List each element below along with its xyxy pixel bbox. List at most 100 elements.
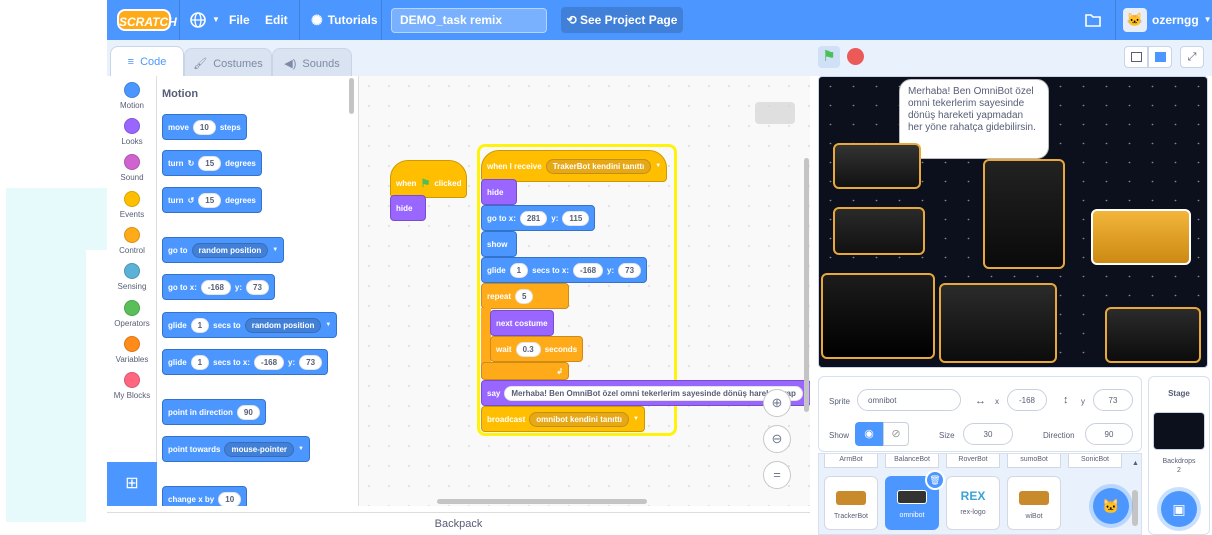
- file-menu[interactable]: File: [229, 0, 250, 40]
- sumobot-sprite[interactable]: [1091, 209, 1191, 265]
- direction-input[interactable]: 90: [1085, 423, 1133, 445]
- project-title-input[interactable]: DEMO_task remix: [391, 8, 547, 33]
- block-go-to[interactable]: go to random position ▼: [162, 237, 285, 263]
- normal-stage-button[interactable]: [1148, 46, 1172, 68]
- block-go-to-xy[interactable]: go to x: -168 y: 73: [162, 274, 275, 300]
- block-turn-left[interactable]: turn ↺ 15 degrees: [162, 187, 262, 213]
- green-flag-icon: ⚑: [822, 48, 836, 65]
- category-events[interactable]: Events: [107, 191, 157, 219]
- backpack[interactable]: Backpack: [107, 512, 810, 535]
- sprite-tile-wibot[interactable]: wiBot: [1007, 476, 1061, 530]
- block-point-towards[interactable]: point towards mouse-pointer ▼: [162, 436, 310, 462]
- workspace-v-scrollbar[interactable]: [804, 158, 809, 412]
- category-motion[interactable]: Motion: [107, 82, 157, 110]
- image-plus-icon: ▣: [1172, 501, 1186, 517]
- tab-code[interactable]: ≡ Code: [110, 46, 184, 76]
- category-sensing[interactable]: Sensing: [107, 263, 157, 291]
- trash-icon: 🗑: [929, 475, 941, 485]
- block-turn-right[interactable]: turn ↻ 15 degrees: [162, 150, 262, 176]
- block-when-i-receive[interactable]: when I receive TrakerBot kendini tanıttı ▼: [481, 150, 668, 182]
- choose-backdrop-button[interactable]: ▣: [1161, 491, 1197, 527]
- sprite-tile-omnibot[interactable]: omnibot 🗑: [885, 470, 945, 530]
- see-project-page-button[interactable]: ⟲ See Project Page: [561, 7, 683, 33]
- zoom-out-button[interactable]: ⊖: [763, 425, 791, 453]
- my-stuff-folder-button[interactable]: [1084, 0, 1102, 40]
- roverbot-sprite[interactable]: [833, 207, 925, 255]
- sprite-tile-roverbot[interactable]: RoverBot: [946, 454, 1000, 468]
- block-repeat[interactable]: repeat 5: [481, 283, 569, 309]
- block-glide-to-xy[interactable]: glide 1 secs to x: -168 y: 73: [481, 257, 648, 283]
- block-show[interactable]: show: [481, 231, 517, 257]
- sprite-tile-sumobot[interactable]: sumoBot: [1007, 454, 1061, 468]
- sprite-tile-trackerbot[interactable]: TrackerBot: [824, 476, 878, 530]
- backdrop-thumbnail[interactable]: [1153, 412, 1205, 450]
- block-wait[interactable]: wait 0.3 seconds: [490, 336, 584, 362]
- y-position-input[interactable]: 73: [1093, 389, 1133, 411]
- edit-menu[interactable]: Edit: [265, 0, 288, 40]
- account-menu[interactable]: 🐱 ozerngg ▼: [1123, 0, 1212, 40]
- category-variables[interactable]: Variables: [107, 336, 157, 364]
- category-control[interactable]: Control: [107, 227, 157, 255]
- scratch-logo[interactable]: SCRATCH: [117, 9, 177, 31]
- palette-title: Motion: [162, 88, 199, 100]
- block-go-to-xy[interactable]: go to x: 281 y: 115: [481, 205, 596, 231]
- palette-scrollbar[interactable]: [349, 78, 354, 114]
- small-stage-button[interactable]: [1124, 46, 1148, 68]
- tab-sounds-label: Sounds: [302, 57, 340, 70]
- green-flag-button[interactable]: ⚑: [818, 46, 840, 68]
- block-say[interactable]: say Merhaba! Ben OmniBot özel omni tekerl…: [481, 380, 810, 406]
- category-dot: [124, 154, 140, 170]
- block-point-in-direction[interactable]: point in direction 90: [162, 399, 266, 425]
- category-sound[interactable]: Sound: [107, 154, 157, 182]
- workspace-h-scrollbar[interactable]: [437, 499, 647, 504]
- sprite-tile-sonicbot[interactable]: SonicBot: [1068, 454, 1122, 468]
- delete-sprite-button[interactable]: 🗑: [925, 470, 945, 490]
- zoom-in-button[interactable]: ⊕: [763, 389, 791, 417]
- stop-button[interactable]: [847, 48, 864, 65]
- choose-sprite-button[interactable]: 🐱: [1093, 488, 1129, 524]
- fullscreen-button[interactable]: ⤢: [1180, 46, 1204, 68]
- scroll-up-arrow-icon[interactable]: ▲: [1132, 460, 1139, 467]
- x-position-input[interactable]: -168: [1007, 389, 1047, 411]
- armbot-sprite[interactable]: [983, 159, 1065, 269]
- category-dot: [124, 263, 140, 279]
- tutorials-button[interactable]: ✺ Tutorials: [311, 0, 378, 40]
- zoom-reset-button[interactable]: =: [763, 461, 791, 489]
- category-my-blocks[interactable]: My Blocks: [107, 372, 157, 400]
- block-glide-to[interactable]: glide 1 secs to random position ▼: [162, 312, 338, 338]
- block-hide[interactable]: hide: [390, 195, 426, 221]
- sprite-tile-rex-logo[interactable]: REX rex-logo: [946, 476, 1000, 530]
- stage-selector-panel[interactable]: Stage Backdrops 2 ▣: [1148, 376, 1210, 535]
- extension-icon: ⊞: [125, 475, 139, 492]
- green-flag-icon: ⚑: [420, 177, 431, 190]
- stage-panel-title: Stage: [1168, 389, 1190, 398]
- block-hide[interactable]: hide: [481, 179, 517, 205]
- block-glide-to-xy[interactable]: glide 1 secs to x: -168 y: 73: [162, 349, 329, 375]
- omnibot-sprite[interactable]: [833, 143, 921, 189]
- block-move-steps[interactable]: move 10 steps: [162, 114, 247, 140]
- sprite-name-input[interactable]: omnibot: [857, 389, 961, 411]
- tab-costumes[interactable]: 🖌 Costumes: [184, 48, 272, 78]
- block-when-flag-clicked[interactable]: when ⚑ clicked: [390, 160, 468, 198]
- balancebot-sprite[interactable]: [821, 273, 935, 359]
- category-operators[interactable]: Operators: [107, 300, 157, 328]
- sonicbot-sprite[interactable]: [1105, 307, 1201, 363]
- size-input[interactable]: 30: [963, 423, 1013, 445]
- sprite-tile-balancebot[interactable]: BalanceBot: [885, 454, 939, 468]
- trackerbot-sprite[interactable]: [939, 283, 1057, 363]
- block-broadcast[interactable]: broadcast omnibot kendini tanıttı ▼: [481, 406, 645, 432]
- code-workspace[interactable]: when ⚑ clicked hide when I receive TrakerBo…: [359, 76, 810, 506]
- language-menu[interactable]: ▼: [189, 0, 220, 40]
- stage-canvas[interactable]: Merhaba! Ben OmniBot özel omni tekerleri…: [818, 76, 1208, 368]
- block-next-costume[interactable]: next costume: [490, 310, 554, 336]
- hide-sprite-button[interactable]: ⊘: [883, 422, 909, 446]
- sprite-thumbnail: [1019, 491, 1049, 505]
- sprite-list-scrollbar[interactable]: [1132, 490, 1138, 526]
- category-looks[interactable]: Looks: [107, 118, 157, 146]
- add-extension-button[interactable]: ⊞: [107, 462, 157, 506]
- tab-sounds[interactable]: ◀) Sounds: [272, 48, 352, 78]
- direction-label: Direction: [1043, 431, 1075, 440]
- block-change-x[interactable]: change x by 10: [162, 486, 248, 506]
- sprite-tile-armbot[interactable]: ArmBot: [824, 454, 878, 468]
- show-sprite-button[interactable]: ◉: [855, 422, 883, 446]
